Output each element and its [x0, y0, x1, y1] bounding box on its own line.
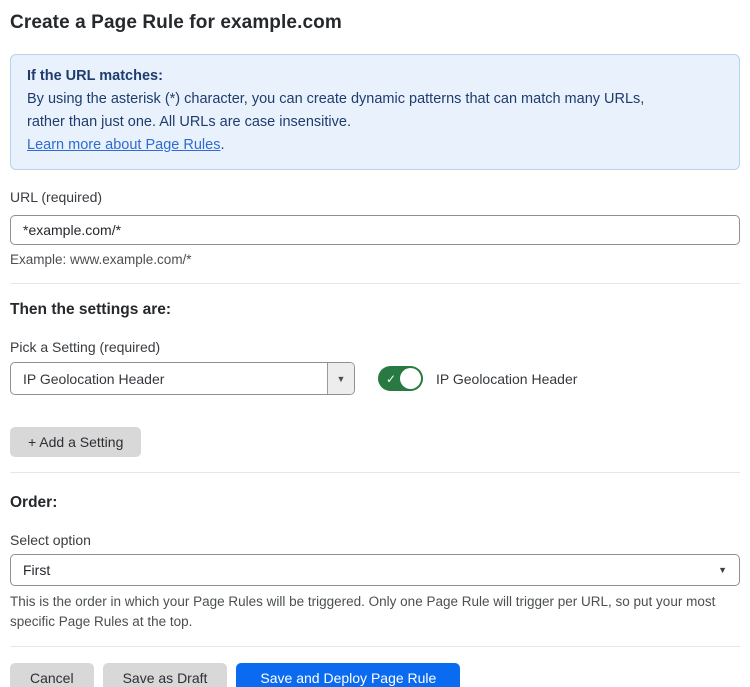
toggle-label: IP Geolocation Header — [436, 371, 577, 387]
setting-select-arrow-button[interactable]: ▼ — [327, 363, 354, 394]
add-setting-button[interactable]: + Add a Setting — [10, 427, 141, 457]
chevron-down-icon: ▼ — [718, 565, 727, 575]
url-matches-info-box: If the URL matches: By using the asteris… — [10, 54, 740, 170]
link-suffix: . — [220, 137, 224, 153]
setting-select-value: IP Geolocation Header — [11, 363, 327, 394]
setting-row: IP Geolocation Header ▼ ✓ IP Geolocation… — [10, 362, 740, 395]
order-select-label: Select option — [10, 532, 740, 548]
divider — [10, 646, 740, 647]
divider — [10, 283, 740, 284]
order-help-text: This is the order in which your Page Rul… — [10, 592, 740, 632]
info-box-link-line: Learn more about Page Rules. — [27, 134, 723, 157]
cancel-button[interactable]: Cancel — [10, 663, 94, 687]
create-page-rule-form: Create a Page Rule for example.com If th… — [0, 0, 750, 687]
toggle-group: ✓ IP Geolocation Header — [378, 366, 577, 391]
info-box-heading: If the URL matches: — [27, 65, 723, 88]
learn-more-link[interactable]: Learn more about Page Rules — [27, 137, 220, 153]
info-box-body: By using the asterisk (*) character, you… — [27, 88, 679, 134]
order-select-value: First — [23, 562, 50, 578]
save-and-deploy-button[interactable]: Save and Deploy Page Rule — [236, 663, 460, 687]
url-field-label: URL (required) — [10, 189, 740, 205]
check-icon: ✓ — [386, 372, 396, 386]
save-as-draft-button[interactable]: Save as Draft — [103, 663, 228, 687]
url-example-hint: Example: www.example.com/* — [10, 252, 740, 267]
settings-section-heading: Then the settings are: — [10, 301, 740, 319]
page-title: Create a Page Rule for example.com — [10, 12, 740, 34]
url-input[interactable] — [10, 215, 740, 245]
footer-actions: Cancel Save as Draft Save and Deploy Pag… — [10, 663, 740, 687]
setting-select[interactable]: IP Geolocation Header ▼ — [10, 362, 355, 395]
chevron-down-icon: ▼ — [337, 374, 346, 384]
pick-setting-label: Pick a Setting (required) — [10, 339, 740, 355]
divider — [10, 472, 740, 473]
order-select[interactable]: First ▼ — [10, 554, 740, 586]
ip-geolocation-toggle[interactable]: ✓ — [378, 366, 423, 391]
order-section-heading: Order: — [10, 494, 740, 512]
toggle-knob — [400, 368, 421, 389]
